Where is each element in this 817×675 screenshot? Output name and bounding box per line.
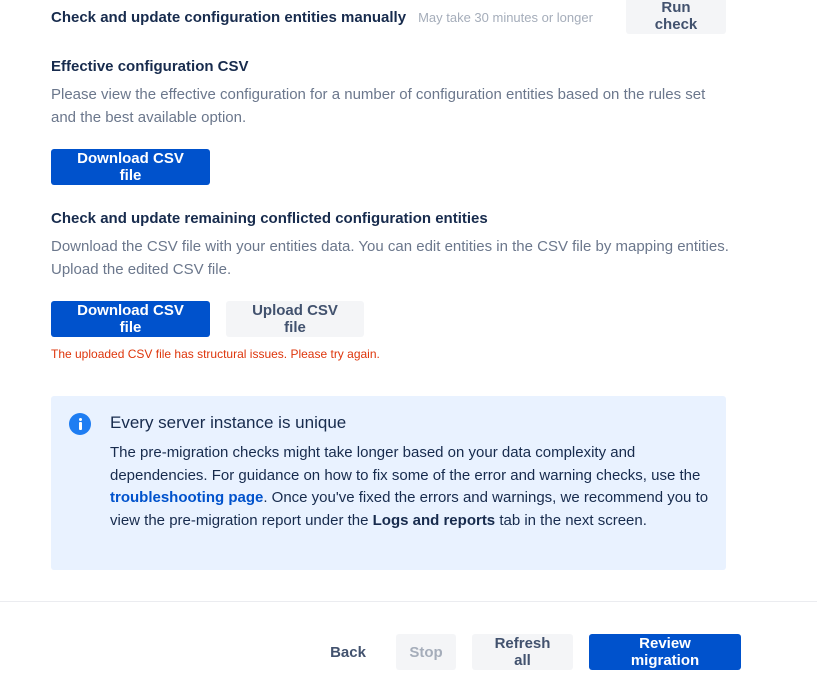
conflicted-description: Download the CSV file with your entities… xyxy=(51,238,729,278)
info-title: Every server instance is unique xyxy=(110,413,347,432)
troubleshooting-link[interactable]: troubleshooting page xyxy=(110,489,263,506)
back-button[interactable]: Back xyxy=(316,634,380,670)
upload-csv-button[interactable]: Upload CSV file xyxy=(226,301,364,337)
effective-config-section: Effective configuration CSV Please view … xyxy=(51,58,731,129)
effective-config-title: Effective configuration CSV xyxy=(51,58,249,75)
conflicted-actions: Download CSV file Upload CSV file xyxy=(51,301,731,337)
stop-button[interactable]: Stop xyxy=(396,634,456,670)
download-effective-csv-button[interactable]: Download CSV file xyxy=(51,149,210,185)
info-panel: Every server instance is unique The pre-… xyxy=(51,396,726,570)
run-check-button[interactable]: Run check xyxy=(626,0,726,34)
logs-and-reports-text: Logs and reports xyxy=(372,511,496,529)
effective-config-description: Please view the effective configuration … xyxy=(51,86,706,126)
info-icon xyxy=(69,413,91,435)
footer-actions: Back Stop Refresh all Review migration xyxy=(316,634,741,670)
effective-config-actions: Download CSV file xyxy=(51,149,731,185)
info-body: The pre-migration checks might take long… xyxy=(110,442,710,532)
info-body-text-3: tab in the next screen. xyxy=(495,511,647,529)
download-conflicted-csv-button[interactable]: Download CSV file xyxy=(51,301,210,337)
review-migration-button[interactable]: Review migration xyxy=(589,634,741,670)
info-body-text-1: The pre-migration checks might take long… xyxy=(110,444,701,484)
conflicted-title: Check and update remaining conflicted co… xyxy=(51,210,488,227)
footer-divider xyxy=(0,601,817,602)
manual-check-title: Check and update configuration entities … xyxy=(51,8,407,26)
manual-check-note: May take 30 minutes or longer xyxy=(418,9,593,25)
conflicted-section: Check and update remaining conflicted co… xyxy=(51,210,731,281)
upload-error-message: The uploaded CSV file has structural iss… xyxy=(51,347,380,361)
refresh-all-button[interactable]: Refresh all xyxy=(472,634,573,670)
